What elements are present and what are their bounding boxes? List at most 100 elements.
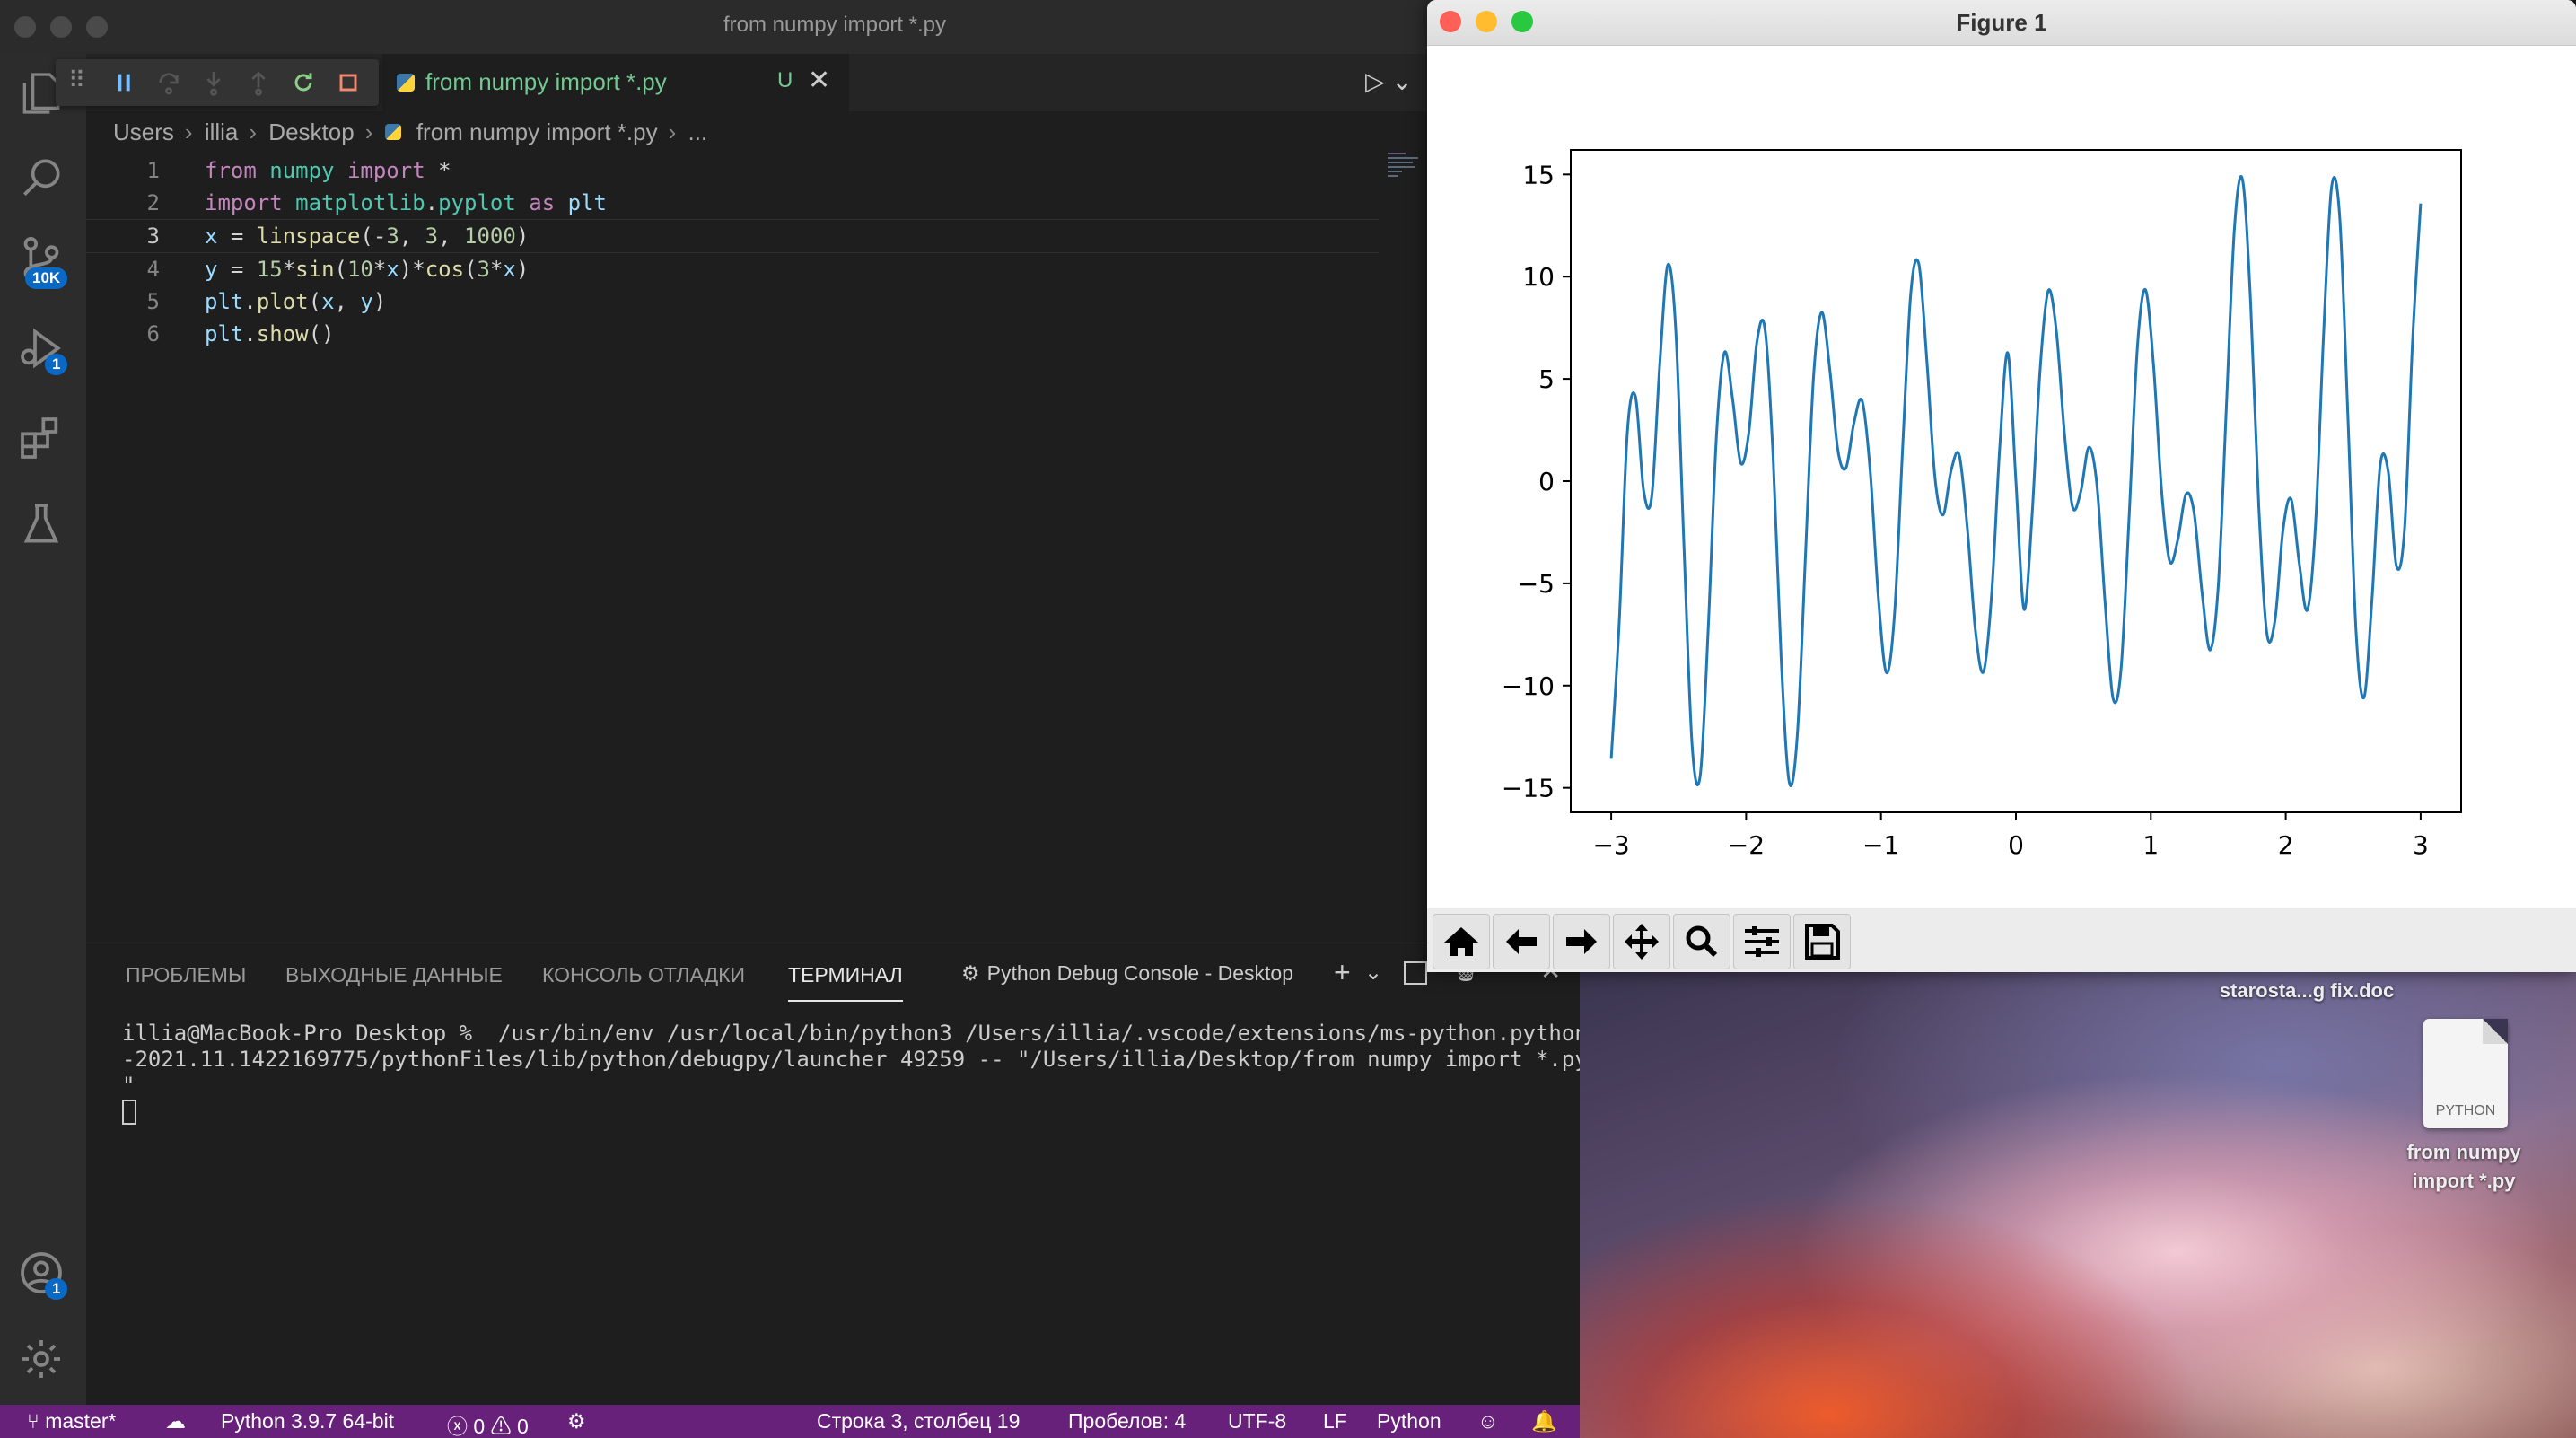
feedback-icon[interactable]: ☺ [1477,1409,1498,1434]
line-number: 6 [146,321,160,346]
y-tick-label: 10 [1522,262,1555,292]
breadcrumb-item[interactable]: illia [205,118,239,145]
figure-toolbar [1427,908,2576,972]
x-tick-label: −2 [1728,830,1765,860]
breadcrumb-python-icon [384,124,401,140]
step-into-icon[interactable] [199,68,228,97]
split-terminal-icon[interactable] [1404,961,1427,985]
problems-status[interactable]: ⓧ 0 ⚠ 0 [447,1409,529,1438]
terminal-line: -2021.11.1422169775/pythonFiles/lib/pyth… [122,1047,1580,1072]
code-text: y = 15*sin(10*x)*cos(3*x) [205,257,530,282]
desktop-file-label-py-line2[interactable]: import *.py [2370,1170,2558,1193]
desktop-file-label-doc[interactable]: starosta...g fix.doc [2190,979,2423,1003]
sync-icon[interactable]: ☁ [165,1409,186,1434]
y-tick-label: 5 [1538,364,1555,394]
restart-icon[interactable] [289,68,318,97]
code-text: from numpy import * [205,158,451,183]
branch-label: master* [45,1409,117,1433]
tab-close-icon[interactable]: ✕ [808,65,830,96]
minimap[interactable] [1388,151,1433,187]
status-bar: ⑂ master* ☁ Python 3.9.7 64-bit ⓧ 0 ⚠ 0 … [0,1405,1580,1438]
testing-icon[interactable] [16,499,70,553]
tab-problems[interactable]: ПРОБЛЕМЫ [126,963,246,987]
line-number: 4 [146,257,160,282]
breadcrumb-item[interactable]: ... [688,118,707,145]
code-line[interactable]: 6 plt.show() [86,318,1388,350]
tab-debug-console[interactable]: КОНСОЛЬ ОТЛАДКИ [542,963,745,987]
data-line [1609,174,2423,788]
code-line[interactable]: 2 import matplotlib.pyplot as plt [86,187,1388,219]
home-icon[interactable] [1433,914,1490,969]
save-icon[interactable] [1793,914,1851,969]
language-mode[interactable]: Python [1377,1409,1441,1434]
x-tick-label: 1 [2142,830,2159,860]
terminal-dropdown-icon[interactable]: ⌄ [1364,960,1382,986]
y-tick-label: −15 [1502,774,1555,803]
back-icon[interactable] [1493,914,1550,969]
panel-tabs: ПРОБЛЕМЫ ВЫХОДНЫЕ ДАННЫЕ КОНСОЛЬ ОТЛАДКИ… [86,943,1580,1006]
search-icon[interactable] [16,153,70,206]
y-tick-label: −5 [1518,569,1555,599]
notifications-bell-icon[interactable]: 🔔 [1531,1409,1557,1434]
configure-subplots-icon[interactable] [1733,914,1791,969]
editor-tab[interactable]: from numpy import *.py U ✕ [382,54,849,111]
cursor-position[interactable]: Строка 3, столбец 19 [817,1409,1020,1434]
figure-window: Figure 1 15 10 5 0 −5 −10 −15 −3 −2 −1 0 1 2 3 [1427,0,2576,972]
code-line[interactable]: 5 plt.plot(x, y) [86,285,1388,318]
vscode-window: from numpy import *.py 10K 1 1 from nump… [0,0,1580,1438]
run-file-button[interactable]: ▷ ⌄ [1365,66,1413,96]
error-count: 0 [473,1415,486,1438]
figure-titlebar: Figure 1 [1427,0,2576,46]
indentation[interactable]: Пробелов: 4 [1068,1409,1186,1434]
step-over-icon[interactable] [154,68,183,97]
eol[interactable]: LF [1323,1409,1347,1434]
python-file-icon[interactable]: PYTHON [2423,1019,2508,1128]
extensions-icon[interactable] [16,413,70,467]
branch-icon: ⑂ [27,1409,46,1433]
debug-status-icon[interactable]: ⚙ [567,1409,586,1434]
code-line[interactable]: 3 x = linspace(-3, 3, 1000) [86,219,1379,253]
x-tick-label: 3 [2413,830,2429,860]
tab-output[interactable]: ВЫХОДНЫЕ ДАННЫЕ [285,963,503,987]
python-interpreter[interactable]: Python 3.9.7 64-bit [221,1409,394,1434]
step-out-icon[interactable] [244,68,273,97]
y-tick-label: 15 [1522,160,1555,189]
file-fold-corner [2483,1019,2508,1044]
terminal-output[interactable]: illia@MacBook-Pro Desktop % /usr/bin/env… [122,1021,1580,1125]
forward-icon[interactable] [1553,914,1610,969]
bottom-panel: ПРОБЛЕМЫ ВЫХОДНЫЕ ДАННЫЕ КОНСОЛЬ ОТЛАДКИ… [86,943,1580,1406]
y-tick-label: 0 [1538,467,1555,496]
settings-gear-icon[interactable] [16,1334,70,1388]
stop-icon[interactable] [334,68,363,97]
code-line[interactable]: 1 from numpy import * [86,154,1388,187]
zoom-icon[interactable] [1673,914,1730,969]
warning-icon: ⚠ [490,1415,517,1438]
breadcrumb-item[interactable]: Desktop [268,118,354,145]
terminal-line: " [122,1073,136,1098]
breadcrumb-separator-icon: › [668,118,677,145]
code-text: import matplotlib.pyplot as plt [205,190,607,215]
branch-status[interactable]: ⑂ master* [27,1409,116,1434]
tab-terminal[interactable]: ТЕРМИНАЛ [788,963,903,1002]
plot-canvas[interactable]: 151050−5−10−15 −3 −2 −1 0 1 2 3 [1427,45,2576,908]
code-line[interactable]: 4 y = 15*sin(10*x)*cos(3*x) [86,253,1388,285]
desktop-file-label-py-line1[interactable]: from numpy [2370,1141,2558,1164]
vscode-titlebar: from numpy import *.py [0,0,1580,54]
breadcrumb-item[interactable]: Users [113,118,174,145]
encoding[interactable]: UTF-8 [1228,1409,1286,1434]
source-control-badge: 10K [25,267,68,289]
code-editor[interactable]: 1 from numpy import * 2 import matplotlib.p… [86,154,1388,350]
breadcrumb-separator-icon: › [364,118,373,145]
drag-handle-icon[interactable]: ⠿ [68,66,97,95]
new-terminal-icon[interactable]: + [1334,956,1351,989]
breadcrumb-separator-icon: › [249,118,258,145]
line-number: 2 [146,190,160,215]
pause-icon[interactable] [110,68,138,97]
terminal-selector[interactable]: ⚙ Python Debug Console - Desktop [961,961,1293,986]
pan-icon[interactable] [1613,914,1670,969]
breadcrumb-item[interactable]: from numpy import *.py [416,118,658,145]
file-type-label: PYTHON [2435,1103,2496,1118]
python-file-icon [397,74,415,92]
code-text: x = linspace(-3, 3, 1000) [205,224,530,249]
line-number: 3 [146,224,160,249]
